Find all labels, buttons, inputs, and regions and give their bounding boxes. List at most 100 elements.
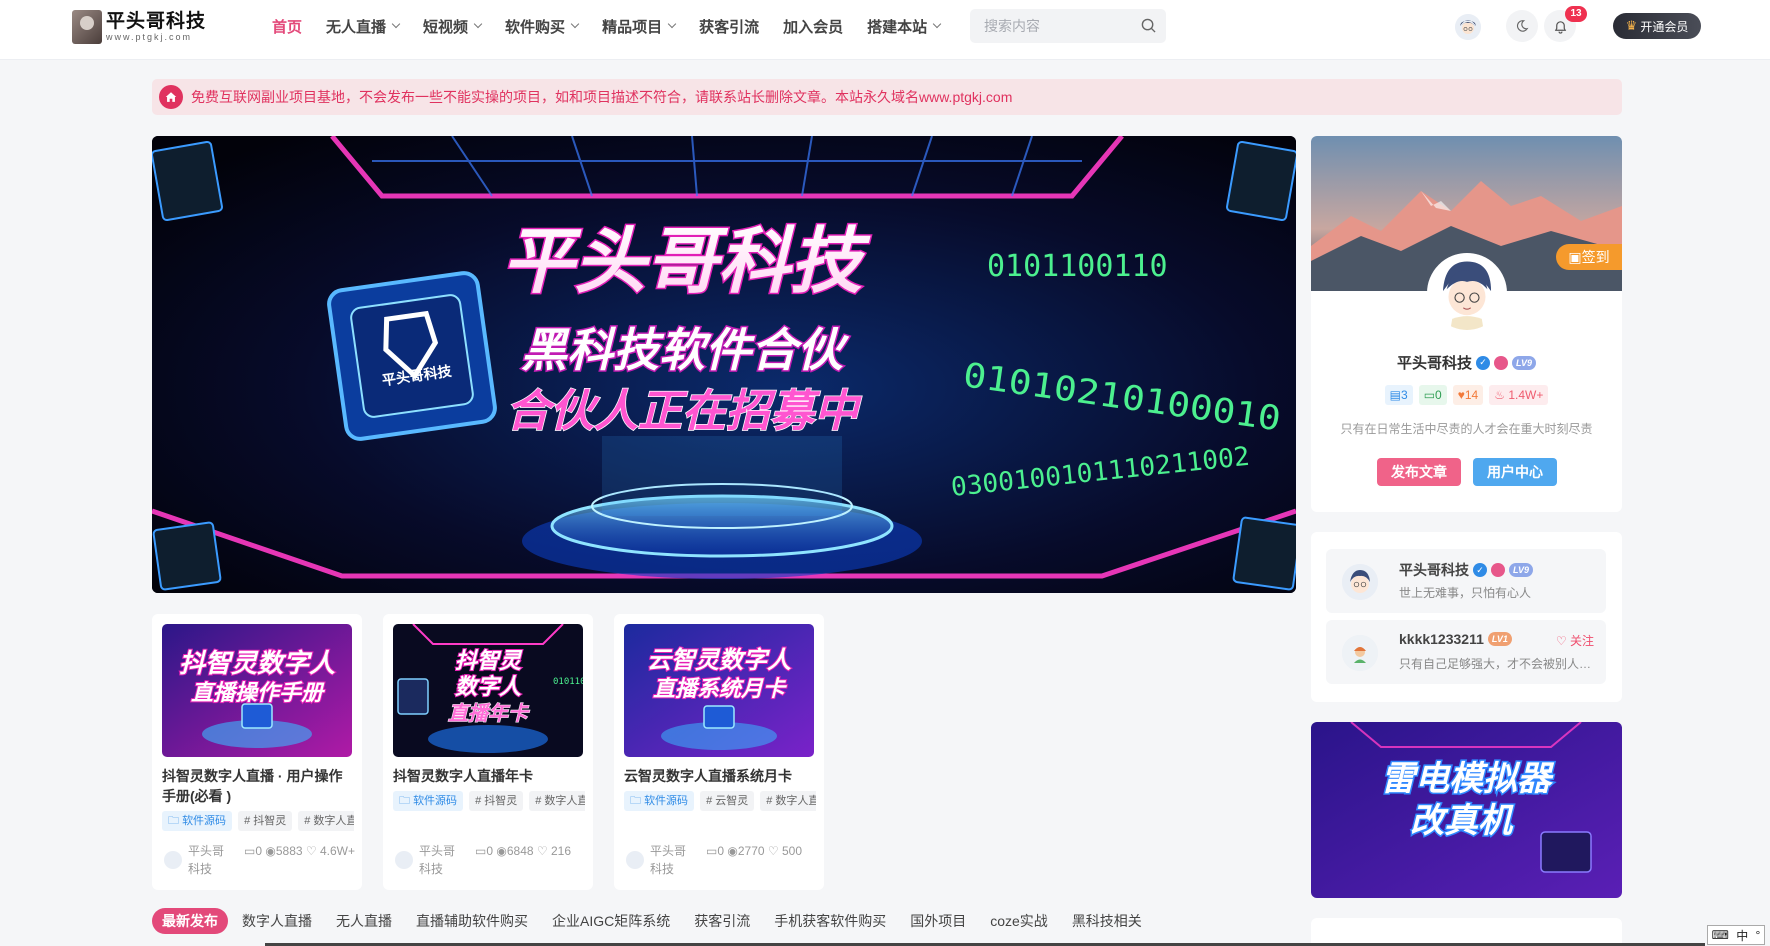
user-center-button[interactable]: 用户中心 — [1473, 458, 1557, 486]
nav-item-lead-gen[interactable]: 获客引流 — [699, 16, 759, 37]
nav-label: 精品项目 — [602, 18, 663, 36]
notification-badge: 13 — [1565, 6, 1587, 22]
follow-label: 关注 — [1569, 634, 1594, 648]
post-stats: ▭0 ◉2770 ♡ 500 — [706, 842, 818, 860]
vip-button[interactable]: ♛ 开通会员 — [1613, 13, 1701, 39]
signin-button[interactable]: ▣ 签到 — [1556, 244, 1622, 270]
tag[interactable]: # 数字人直 — [760, 791, 816, 811]
user-list-item[interactable]: 平头哥科技 ✓ LV9 世上无难事，只怕有心人 — [1326, 549, 1606, 613]
tag[interactable]: # 抖智灵 — [238, 811, 293, 831]
tab-category[interactable]: 国外项目 — [910, 911, 966, 931]
tab-category[interactable]: 黑科技相关 — [1072, 911, 1142, 931]
thumb-line1: 抖智灵 — [455, 648, 523, 674]
nav-label: 加入会员 — [783, 18, 844, 36]
category-tag[interactable]: 🗀 软件源码 — [393, 791, 464, 811]
verified-icon: ✓ — [1476, 355, 1490, 370]
ad-line1: 雷电模拟器 — [1381, 759, 1555, 799]
author-name[interactable]: 平头哥科技 — [188, 842, 232, 878]
sidebar-ad-banner[interactable]: 雷电模拟器 改真机 — [1311, 722, 1622, 898]
tab-category[interactable]: coze实战 — [990, 911, 1048, 931]
search-input[interactable] — [984, 18, 1134, 34]
profile-name[interactable]: 平头哥科技 — [1397, 352, 1472, 373]
user-list-card: 平头哥科技 ✓ LV9 世上无难事，只怕有心人 kkkk1233211 LV1 … — [1311, 532, 1622, 702]
user-name[interactable]: kkkk1233211 — [1399, 631, 1484, 647]
eye-icon: ◉ — [727, 844, 738, 858]
publish-post-button[interactable]: 发布文章 — [1377, 458, 1461, 486]
ime-indicator[interactable]: ⌨ 中 ° — [1707, 925, 1765, 945]
like-count-badge[interactable]: ♥14 — [1452, 385, 1484, 405]
follow-button[interactable]: ♡ 关注 — [1556, 632, 1594, 649]
comment-count: 0 — [486, 844, 494, 858]
post-card[interactable]: 01011001 抖智灵 数字人 直播年卡 抖智灵数字人直播年卡 🗀 软件源码 … — [383, 614, 593, 890]
tab-latest[interactable]: 最新发布 — [152, 908, 228, 934]
user-name[interactable]: 平头哥科技 — [1399, 560, 1469, 580]
calendar-icon: ▣ — [1568, 248, 1582, 265]
logo-text: 平头哥科技 www.ptgkj.com — [106, 12, 206, 42]
author-name[interactable]: 平头哥科技 — [650, 842, 694, 878]
category-tag[interactable]: 🗀 软件源码 — [162, 811, 233, 831]
post-title[interactable]: 抖智灵数字人直播 · 用户操作手册(必看 ) — [162, 766, 354, 806]
sidebar-card-partial — [1311, 918, 1622, 946]
search-icon[interactable] — [1141, 18, 1156, 33]
bell-icon — [1554, 20, 1566, 34]
tab-category[interactable]: 直播辅助软件购买 — [416, 911, 528, 931]
tab-category[interactable]: 无人直播 — [336, 911, 392, 931]
nav-item-build-site[interactable]: 搭建本站 — [867, 16, 942, 37]
hot-count-badge[interactable]: ♨ 1.4W+ — [1489, 385, 1549, 405]
author-name[interactable]: 平头哥科技 — [419, 842, 463, 878]
tag[interactable]: # 数字人直 — [529, 791, 585, 811]
comment-icon: ▭ — [706, 844, 718, 858]
nav-label: 无人直播 — [326, 18, 387, 36]
comment-count-badge[interactable]: ▭0 — [1418, 385, 1447, 405]
site-logo[interactable]: 平头哥科技 www.ptgkj.com — [72, 10, 206, 44]
user-avatar[interactable] — [1455, 14, 1481, 40]
notice-text: 免费互联网副业项目基地，不会发布一些不能实操的项目，如和项目描述不符合，请联系站… — [191, 89, 1013, 105]
hero-banner[interactable]: 平头哥科技 平头哥科技 黑科技软件合伙 合伙人正在招募中 0101100110 … — [152, 136, 1296, 593]
post-card[interactable]: 云智灵数字人 直播系统月卡 云智灵数字人直播系统月卡 🗀 软件源码 # 云智灵 … — [614, 614, 824, 890]
post-thumbnail[interactable]: 云智灵数字人 直播系统月卡 — [624, 624, 814, 757]
post-tags: 🗀 软件源码 # 抖智灵 # 数字人直 — [393, 791, 585, 811]
nav-item-join-member[interactable]: 加入会员 — [783, 16, 843, 37]
post-stats: ▭0 ◉6848 ♡ 216 — [475, 842, 587, 860]
post-thumbnail[interactable]: 抖智灵数字人 直播操作手册 — [162, 624, 352, 757]
author-avatar[interactable] — [395, 851, 413, 869]
view-count: 5883 — [275, 844, 303, 858]
tag[interactable]: # 抖智灵 — [469, 791, 524, 811]
tab-category[interactable]: 获客引流 — [694, 911, 750, 931]
post-title[interactable]: 抖智灵数字人直播年卡 — [393, 766, 585, 786]
user-list-item[interactable]: kkkk1233211 LV1 ♡ 关注 只有自己足够强大，才不会被别人践踏 — [1326, 620, 1606, 684]
comment-count: 0 — [1435, 388, 1442, 402]
post-thumbnail[interactable]: 01011001 抖智灵 数字人 直播年卡 — [393, 624, 583, 757]
tag[interactable]: # 数字人直 — [298, 811, 354, 831]
like-count: 216 — [551, 844, 572, 858]
user-avatar[interactable] — [1342, 635, 1378, 671]
nav-item-home[interactable]: 首页 — [272, 16, 302, 37]
tab-category[interactable]: 数字人直播 — [242, 911, 312, 931]
like-count: 4.6W+ — [320, 844, 356, 858]
nav-item-premium-projects[interactable]: 精品项目 — [602, 16, 677, 37]
tag[interactable]: # 云智灵 — [700, 791, 755, 811]
nav-item-software-buy[interactable]: 软件购买 — [505, 16, 580, 37]
logo-image — [72, 10, 102, 44]
tab-category[interactable]: 企业AIGC矩阵系统 — [552, 911, 670, 931]
post-card[interactable]: 抖智灵数字人 直播操作手册 抖智灵数字人直播 · 用户操作手册(必看 ) 🗀 软… — [152, 614, 362, 890]
dark-mode-toggle[interactable] — [1506, 10, 1538, 42]
heart-icon: ♡ — [1555, 634, 1570, 648]
profile-avatar[interactable] — [1427, 253, 1507, 333]
user-avatar[interactable] — [1342, 564, 1378, 600]
thumb-line2: 直播操作手册 — [191, 681, 326, 706]
post-title[interactable]: 云智灵数字人直播系统月卡 — [624, 766, 816, 786]
author-avatar[interactable] — [626, 851, 644, 869]
thumb-line2: 数字人 — [455, 674, 522, 700]
nav-item-unmanned-live[interactable]: 无人直播 — [326, 16, 401, 37]
author-avatar[interactable] — [164, 851, 182, 869]
category-tag[interactable]: 🗀 软件源码 — [624, 791, 695, 811]
post-count-badge[interactable]: ▤3 — [1384, 385, 1413, 405]
nav-item-short-video[interactable]: 短视频 — [423, 16, 483, 37]
folder-icon: 🗀 — [399, 795, 414, 807]
tab-category[interactable]: 手机获客软件购买 — [774, 911, 886, 931]
view-count: 2770 — [737, 844, 765, 858]
level-badge: LV9 — [1509, 563, 1534, 577]
thumbs-up-icon: ♡ — [767, 844, 782, 858]
logo-subtitle: www.ptgkj.com — [106, 32, 193, 42]
